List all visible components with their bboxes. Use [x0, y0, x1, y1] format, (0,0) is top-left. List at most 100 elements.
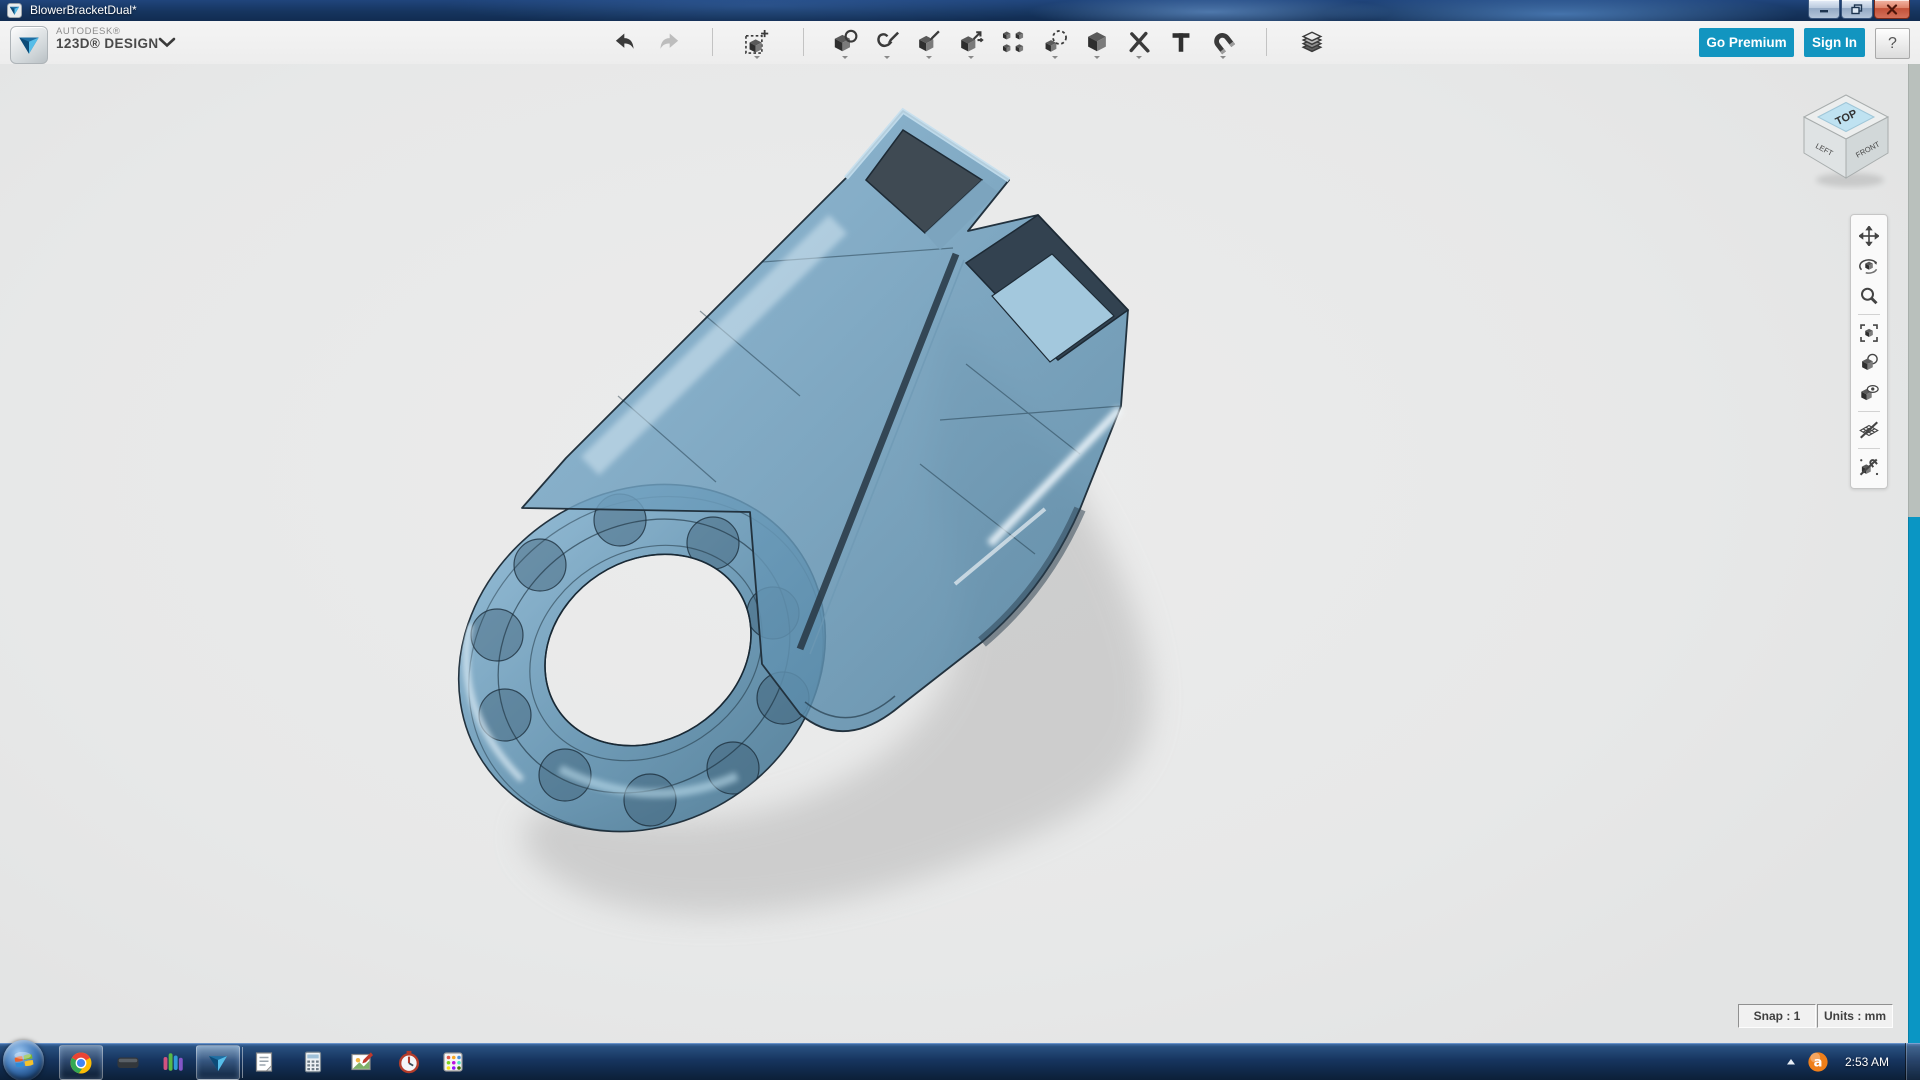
svg-text:a: a	[1814, 1055, 1823, 1070]
shading-button[interactable]	[1854, 348, 1884, 378]
construct-icon	[916, 29, 942, 55]
taskbar-media-player-button[interactable]	[152, 1045, 194, 1078]
nav-separator	[1858, 411, 1880, 412]
hide-show-icon	[1859, 383, 1879, 403]
combine-icon	[1084, 29, 1110, 55]
construct-button[interactable]	[914, 25, 944, 59]
snap-setting[interactable]: Snap : 1	[1738, 1004, 1816, 1028]
taskbar-grid-app-button[interactable]	[432, 1045, 474, 1078]
measure-icon	[1126, 29, 1152, 55]
toolbar-separator	[803, 28, 804, 56]
window-titlebar[interactable]: BlowerBracketDual*	[0, 0, 1920, 22]
123d-logo-icon	[16, 32, 42, 58]
primitives-icon	[832, 29, 858, 55]
taskbar-123d-design-button[interactable]	[196, 1045, 240, 1080]
redo-button	[655, 25, 685, 59]
app-icon	[7, 3, 22, 18]
desktop: BlowerBracketDual*	[0, 0, 1920, 1080]
transform-button[interactable]	[742, 25, 772, 59]
material-button[interactable]	[1297, 25, 1327, 59]
taskbar-device-button[interactable]	[107, 1045, 149, 1078]
pan-button[interactable]	[1854, 221, 1884, 251]
dropdown-caret-icon	[926, 56, 932, 59]
avast-tray-button[interactable]: a	[1807, 1051, 1829, 1073]
units-setting[interactable]: Units : mm	[1817, 1004, 1893, 1028]
nav-separator	[1858, 448, 1880, 449]
timer-icon	[397, 1050, 421, 1074]
dropdown-caret-icon	[1136, 56, 1142, 59]
dropdown-caret-icon	[968, 56, 974, 59]
right-edge-strip-top	[1908, 64, 1920, 517]
shading-icon	[1859, 353, 1879, 373]
grouping-button[interactable]	[1040, 25, 1070, 59]
window-controls	[1807, 0, 1910, 19]
123d-design-icon	[206, 1051, 230, 1075]
orbit-button[interactable]	[1854, 251, 1884, 281]
sign-in-button[interactable]: Sign In	[1804, 28, 1865, 57]
app-menu-button[interactable]	[156, 34, 178, 50]
measure-button[interactable]	[1124, 25, 1154, 59]
avast-icon: a	[1807, 1051, 1829, 1073]
nav-separator	[1858, 314, 1880, 315]
minimize-button[interactable]	[1808, 0, 1840, 19]
snap-toggle-button[interactable]	[1854, 452, 1884, 482]
pattern-button[interactable]	[998, 25, 1028, 59]
taskbar-notepad-button[interactable]	[243, 1045, 285, 1078]
primitives-button[interactable]	[830, 25, 860, 59]
sketch-icon	[874, 29, 900, 55]
modify-button[interactable]	[956, 25, 986, 59]
snap-icon	[1210, 29, 1236, 55]
combine-button[interactable]	[1082, 25, 1112, 59]
chevron-down-icon	[158, 37, 176, 48]
show-desktop-button[interactable]	[1905, 1043, 1920, 1080]
grouping-icon	[1042, 29, 1068, 55]
view-cube[interactable]: TOP LEFT FRONT	[1800, 90, 1896, 190]
orbit-icon	[1859, 256, 1879, 276]
sketch-button[interactable]	[872, 25, 902, 59]
fit-icon	[1859, 323, 1879, 343]
toolbar-separator	[712, 28, 713, 56]
undo-icon	[611, 29, 637, 55]
dropdown-caret-icon	[884, 56, 890, 59]
calculator-icon	[301, 1050, 325, 1074]
dropdown-caret-icon	[1052, 56, 1058, 59]
media-player-icon	[161, 1050, 185, 1074]
text-button[interactable]	[1166, 25, 1196, 59]
pattern-icon	[1000, 29, 1026, 55]
right-edge-strip-accent	[1908, 517, 1920, 1043]
grid-toggle-button[interactable]	[1854, 415, 1884, 445]
windows-taskbar: a 2:53 AM	[0, 1043, 1920, 1080]
pan-icon	[1859, 226, 1879, 246]
dropdown-caret-icon	[842, 56, 848, 59]
taskbar-timer-button[interactable]	[388, 1045, 430, 1078]
taskbar-chrome-button[interactable]	[59, 1045, 103, 1080]
fit-button[interactable]	[1854, 318, 1884, 348]
restore-icon	[1851, 4, 1863, 15]
go-premium-button[interactable]: Go Premium	[1699, 28, 1794, 57]
blower-bracket-model	[0, 64, 1920, 1043]
redo-icon	[657, 29, 683, 55]
viewport-canvas[interactable]: TOP LEFT FRONT Snap : 1 Units : mm	[0, 64, 1920, 1043]
chrome-icon	[69, 1051, 93, 1075]
zoom-button[interactable]	[1854, 281, 1884, 311]
taskbar-clock[interactable]: 2:53 AM	[1835, 1055, 1899, 1069]
tray-expand-button[interactable]	[1781, 1050, 1801, 1074]
help-button[interactable]: ?	[1875, 28, 1910, 59]
snap-button[interactable]	[1208, 25, 1238, 59]
text-icon	[1168, 29, 1194, 55]
start-button[interactable]	[3, 1040, 44, 1080]
material-icon	[1299, 29, 1325, 55]
taskbar-calculator-button[interactable]	[292, 1045, 334, 1078]
brand-product: 123D® DESIGN	[56, 37, 159, 52]
zoom-icon	[1859, 286, 1879, 306]
hide-show-button[interactable]	[1854, 378, 1884, 408]
undo-button[interactable]	[609, 25, 639, 59]
dropdown-caret-icon	[1094, 56, 1100, 59]
taskbar-paint-button[interactable]	[340, 1045, 382, 1078]
restore-button[interactable]	[1841, 0, 1873, 19]
app-logo	[10, 26, 48, 64]
windows-flag-icon	[13, 1050, 35, 1072]
dropdown-caret-icon	[1220, 56, 1226, 59]
grid-app-icon	[441, 1050, 465, 1074]
close-button[interactable]	[1874, 0, 1910, 19]
